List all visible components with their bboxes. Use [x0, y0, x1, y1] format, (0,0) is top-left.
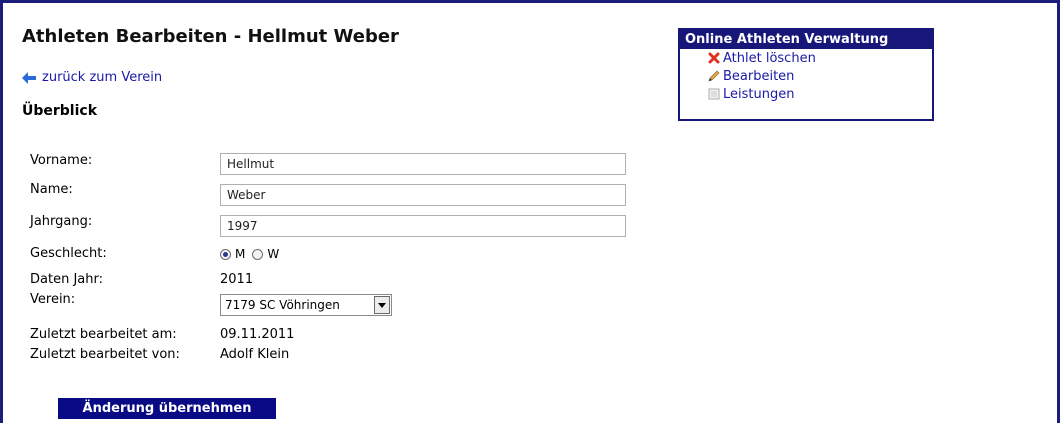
pencil-icon: [708, 70, 720, 82]
zuletzt-von-label: Zuletzt bearbeitet von:: [30, 347, 180, 362]
gender-radio-group: M W: [220, 247, 279, 261]
back-link-label: zurück zum Verein: [42, 70, 163, 85]
frame-left-border: [0, 0, 3, 423]
verein-select-value: 7179 SC Vöhringen: [225, 298, 340, 312]
document-icon: [708, 88, 720, 100]
delete-athlete-link[interactable]: Athlet löschen: [708, 49, 932, 67]
zuletzt-am-value: 09.11.2011: [220, 327, 295, 342]
edit-athlete-link[interactable]: Bearbeiten: [708, 67, 932, 85]
zuletzt-von-value: Adolf Klein: [220, 347, 290, 362]
jahrgang-label: Jahrgang:: [30, 214, 93, 229]
daten-jahr-label: Daten Jahr:: [30, 272, 103, 287]
name-field[interactable]: [220, 184, 626, 206]
gender-m-label: M: [235, 247, 246, 261]
athlete-admin-panel: Online Athleten Verwaltung Athlet lösche…: [678, 28, 934, 121]
back-to-club-link[interactable]: zurück zum Verein: [22, 70, 162, 85]
vorname-label: Vorname:: [30, 153, 93, 168]
chevron-down-icon: [378, 302, 386, 308]
panel-header: Online Athleten Verwaltung: [680, 30, 932, 49]
daten-jahr-value: 2011: [220, 272, 254, 287]
geschlecht-label: Geschlecht:: [30, 246, 107, 261]
gender-radio-m[interactable]: [220, 248, 231, 260]
delete-athlete-label: Athlet löschen: [723, 50, 816, 66]
name-label: Name:: [30, 182, 73, 197]
gender-w-label: W: [267, 247, 280, 261]
performances-link[interactable]: Leistungen: [708, 85, 932, 103]
gender-radio-w[interactable]: [252, 248, 264, 260]
delete-icon: [708, 52, 720, 64]
verein-select[interactable]: 7179 SC Vöhringen: [220, 294, 392, 316]
section-title: Überblick: [22, 103, 98, 119]
zuletzt-am-label: Zuletzt bearbeitet am:: [30, 327, 177, 342]
edit-athlete-label: Bearbeiten: [723, 68, 795, 84]
verein-label: Verein:: [30, 292, 76, 307]
performances-label: Leistungen: [723, 86, 795, 102]
back-arrow-icon: [22, 71, 36, 84]
dropdown-button[interactable]: [374, 296, 390, 314]
apply-changes-button[interactable]: Änderung übernehmen: [58, 398, 276, 419]
jahrgang-field[interactable]: [220, 215, 626, 237]
frame-top-border: [0, 0, 1060, 3]
vorname-field[interactable]: [220, 153, 626, 175]
page-title: Athleten Bearbeiten - Hellmut Weber: [22, 26, 399, 47]
